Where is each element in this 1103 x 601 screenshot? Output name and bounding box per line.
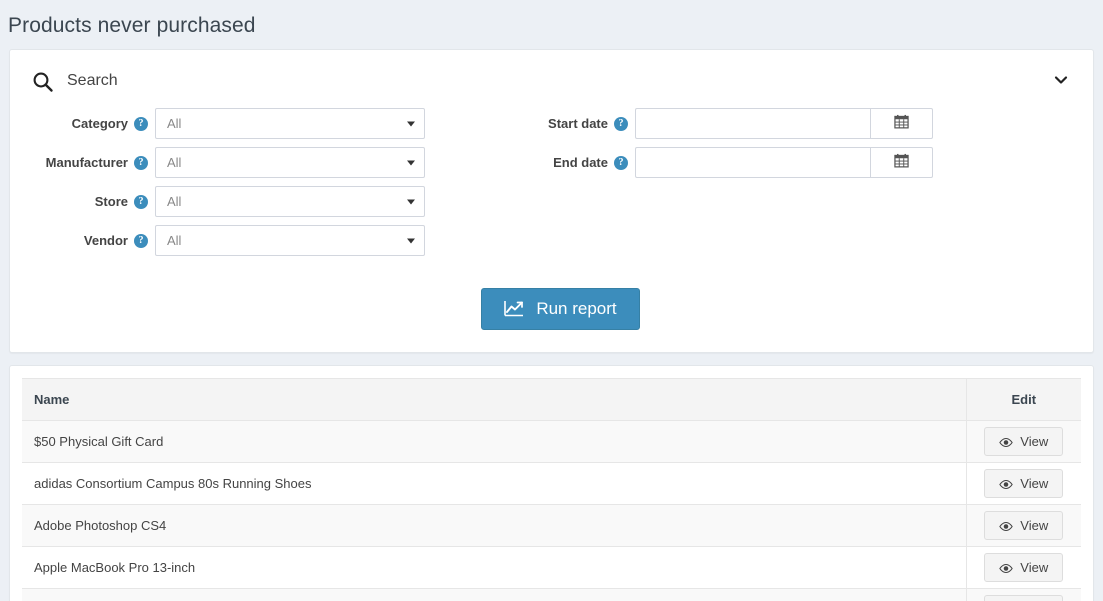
calendar-icon [894,114,909,134]
cell-edit-action: View [966,505,1081,547]
question-circle-icon[interactable]: ? [614,117,628,131]
end-date-group [635,147,933,178]
search-form-right-column: Start date ? [510,108,1030,264]
results-table-body: $50 Physical Gift Card View [22,421,1081,601]
store-select[interactable]: All [155,186,425,217]
category-select-value: All [167,116,181,131]
view-button[interactable]: View [984,427,1063,456]
eye-icon [999,520,1013,531]
label-category-text: Category [72,116,128,131]
results-table: Name Edit $50 Physical Gift Card [22,378,1081,601]
column-header-edit: Edit [966,379,1081,421]
search-panel-header[interactable]: Search [10,50,1093,100]
vendor-select-value: All [167,233,181,248]
question-circle-icon[interactable]: ? [134,156,148,170]
field-row-manufacturer: Manufacturer ? All [10,147,510,178]
label-start-date-text: Start date [548,116,608,131]
view-button-label: View [1020,518,1048,533]
cell-edit-action: View [966,421,1081,463]
field-row-vendor: Vendor ? All [10,225,510,256]
run-report-row: Run report [10,288,1093,330]
label-end-date: End date ? [510,155,635,170]
start-date-group [635,108,933,139]
label-manufacturer-text: Manufacturer [46,155,128,170]
view-button[interactable]: View [984,553,1063,582]
caret-down-icon [407,160,415,165]
page-title: Products never purchased [0,0,1103,38]
field-row-start-date: Start date ? [510,108,1030,139]
table-row: Adobe Photoshop CS4 View [22,505,1081,547]
label-vendor: Vendor ? [10,233,155,248]
cell-product-name: Asus N551JK-XO076H Laptop [22,589,966,601]
eye-icon [999,478,1013,489]
store-select-value: All [167,194,181,209]
manufacturer-select-value: All [167,155,181,170]
end-date-calendar-button[interactable] [870,147,933,178]
table-row: Apple MacBook Pro 13-inch View [22,547,1081,589]
eye-icon [999,562,1013,573]
label-category: Category ? [10,116,155,131]
search-form-left-column: Category ? All Manufacturer ? All [10,108,510,264]
table-row: $50 Physical Gift Card View [22,421,1081,463]
label-manufacturer: Manufacturer ? [10,155,155,170]
cell-product-name: $50 Physical Gift Card [22,421,966,463]
view-button[interactable]: View [984,595,1063,601]
question-circle-icon[interactable]: ? [134,117,148,131]
label-store: Store ? [10,194,155,209]
eye-icon [999,436,1013,447]
chart-line-icon [504,300,524,318]
results-panel: Name Edit $50 Physical Gift Card [9,365,1094,601]
field-row-store: Store ? All [10,186,510,217]
chevron-down-icon[interactable] [1053,72,1069,88]
view-button[interactable]: View [984,511,1063,540]
manufacturer-select[interactable]: All [155,147,425,178]
label-store-text: Store [95,194,128,209]
cell-edit-action: View [966,547,1081,589]
search-icon [32,71,54,93]
question-circle-icon[interactable]: ? [134,195,148,209]
start-date-input[interactable] [635,108,870,139]
search-panel-title: Search [67,72,118,90]
search-form: Category ? All Manufacturer ? All [10,100,1093,264]
view-button[interactable]: View [984,469,1063,498]
field-row-category: Category ? All [10,108,510,139]
table-row: Asus N551JK-XO076H Laptop View [22,589,1081,601]
view-button-label: View [1020,434,1048,449]
end-date-input[interactable] [635,147,870,178]
results-table-head: Name Edit [22,379,1081,421]
start-date-calendar-button[interactable] [870,108,933,139]
run-report-button-label: Run report [536,299,616,319]
label-start-date: Start date ? [510,116,635,131]
question-circle-icon[interactable]: ? [614,156,628,170]
view-button-label: View [1020,476,1048,491]
cell-product-name: adidas Consortium Campus 80s Running Sho… [22,463,966,505]
search-panel: Search Category ? All [9,49,1094,353]
vendor-select[interactable]: All [155,225,425,256]
page-root: Products never purchased Search [0,0,1103,601]
category-select[interactable]: All [155,108,425,139]
label-end-date-text: End date [553,155,608,170]
run-report-button[interactable]: Run report [481,288,639,330]
cell-product-name: Adobe Photoshop CS4 [22,505,966,547]
cell-edit-action: View [966,463,1081,505]
cell-product-name: Apple MacBook Pro 13-inch [22,547,966,589]
question-circle-icon[interactable]: ? [134,234,148,248]
view-button-label: View [1020,560,1048,575]
caret-down-icon [407,199,415,204]
cell-edit-action: View [966,589,1081,601]
caret-down-icon [407,238,415,243]
column-header-name: Name [22,379,966,421]
field-row-end-date: End date ? [510,147,1030,178]
table-header-row: Name Edit [22,379,1081,421]
calendar-icon [894,153,909,173]
table-row: adidas Consortium Campus 80s Running Sho… [22,463,1081,505]
label-vendor-text: Vendor [84,233,128,248]
caret-down-icon [407,121,415,126]
